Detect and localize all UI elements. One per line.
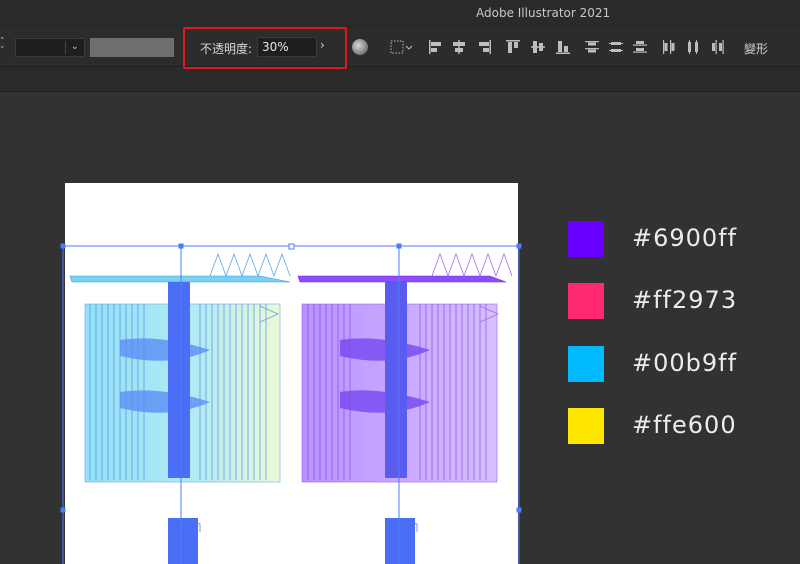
legend-item-purple: #6900ff <box>568 221 788 257</box>
right-glyph <box>297 252 513 564</box>
title-bar: Adobe Illustrator 2021 <box>0 0 800 28</box>
distribute-horizontal-center-icon[interactable] <box>685 38 701 56</box>
dropdown-divider <box>65 41 66 54</box>
hex-label: #ffe600 <box>632 411 737 439</box>
distribute-bottom-icon[interactable] <box>632 38 648 56</box>
blended-artwork[interactable] <box>60 240 525 564</box>
align-vertical-center-icon[interactable] <box>530 38 546 56</box>
chevron-down-icon[interactable]: ˅ <box>0 47 12 56</box>
document-tab-bar <box>0 67 800 92</box>
opacity-label[interactable]: 不透明度: <box>200 40 252 57</box>
color-swatch <box>568 283 604 319</box>
legend-item-pink: #ff2973 <box>568 283 788 319</box>
align-left-icon[interactable] <box>428 38 444 56</box>
color-swatch <box>568 221 604 257</box>
stroke-weight-dropdown[interactable]: ⌄ <box>15 38 85 57</box>
stroke-stepper[interactable]: ˄ ˅ <box>0 38 12 58</box>
recolor-artwork-icon[interactable] <box>352 39 368 55</box>
distribute-vertical-center-icon[interactable] <box>608 38 624 56</box>
distribute-right-icon[interactable] <box>709 38 725 56</box>
color-swatch <box>568 408 604 444</box>
align-horizontal-center-icon[interactable] <box>451 38 467 56</box>
legend-item-cyan: #00b9ff <box>568 346 788 382</box>
opacity-expand-icon[interactable]: › <box>320 38 325 52</box>
align-top-icon[interactable] <box>505 38 521 56</box>
distribute-left-icon[interactable] <box>661 38 677 56</box>
align-to-selection-icon[interactable] <box>389 38 413 56</box>
graphic-style-swatch[interactable] <box>90 38 174 57</box>
distribute-top-icon[interactable] <box>584 38 600 56</box>
hex-label: #00b9ff <box>632 349 738 377</box>
align-right-icon[interactable] <box>476 38 492 56</box>
hex-label: #6900ff <box>632 224 738 252</box>
color-swatch <box>568 346 604 382</box>
align-bottom-icon[interactable] <box>555 38 571 56</box>
chevron-down-icon[interactable]: ⌄ <box>71 41 79 52</box>
left-glyph <box>69 252 291 564</box>
hex-label: #ff2973 <box>632 286 738 314</box>
app-title: Adobe Illustrator 2021 <box>476 6 611 20</box>
legend-item-yellow: #ffe600 <box>568 408 788 444</box>
opacity-input[interactable]: 30% <box>257 37 317 57</box>
transform-button[interactable]: 變形 <box>744 40 768 57</box>
